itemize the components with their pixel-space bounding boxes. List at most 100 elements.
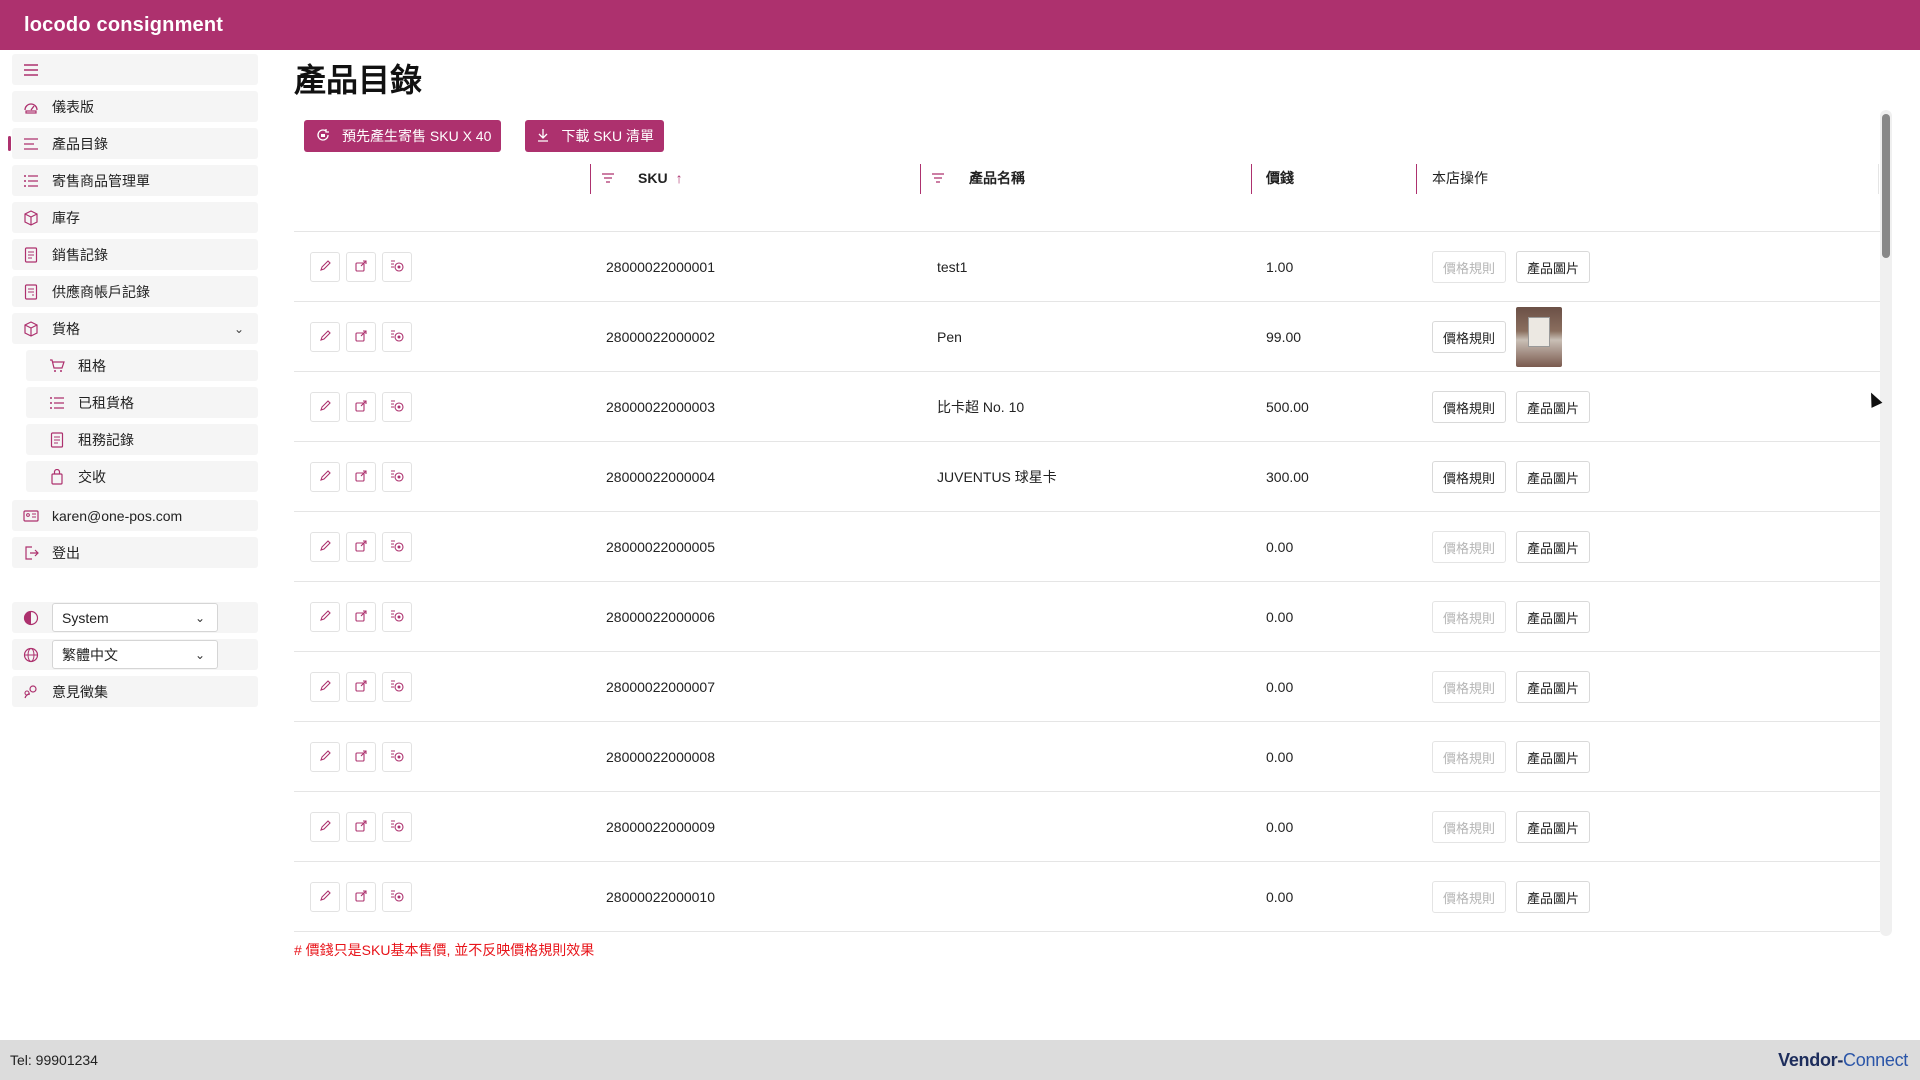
share-button[interactable] [346, 462, 376, 492]
sku-cell: 28000022000001 [606, 259, 716, 275]
product-image-button[interactable]: 產品圖片 [1516, 741, 1591, 773]
scrollbar-thumb[interactable] [1882, 114, 1890, 258]
price-rule-button[interactable]: 價格規則 [1432, 461, 1507, 493]
sidebar-item-supplier-accounts[interactable]: 供應商帳戶記錄 [12, 276, 258, 307]
column-header-price[interactable]: 價錢 [1266, 164, 1294, 192]
product-image-button[interactable]: 產品圖片 [1516, 671, 1591, 703]
product-image-button[interactable]: 產品圖片 [1516, 391, 1591, 423]
price-rule-button[interactable]: 價格規則 [1432, 321, 1507, 353]
edit-button[interactable] [310, 742, 340, 772]
product-image-button[interactable]: 產品圖片 [1516, 251, 1591, 283]
share-button[interactable] [346, 602, 376, 632]
sidebar-subitem-rental-records[interactable]: 租務記錄 [26, 424, 258, 455]
download-sku-button[interactable]: 下載 SKU 清單 [525, 120, 664, 152]
sidebar-item-logout[interactable]: 登出 [12, 537, 258, 568]
product-image-button[interactable]: 產品圖片 [1516, 811, 1591, 843]
table-body: 28000022000001 test1 1.00 價格規則 產品圖片 280000220… [294, 232, 1880, 932]
sku-cell: 28000022000004 [606, 469, 716, 485]
price-setting-button[interactable] [382, 532, 412, 562]
share-icon [354, 749, 368, 765]
edit-button[interactable] [310, 532, 340, 562]
share-button[interactable] [346, 672, 376, 702]
sidebar-item-label: 儀表版 [52, 98, 94, 115]
sidebar-item-product-catalog[interactable]: 產品目錄 [8, 128, 258, 159]
filter-icon[interactable] [932, 170, 944, 186]
edit-button[interactable] [310, 602, 340, 632]
column-header-sku[interactable]: SKU ↑ [638, 164, 683, 192]
share-button[interactable] [346, 812, 376, 842]
price-rule-label: 價格規則 [1443, 750, 1496, 766]
share-button[interactable] [346, 882, 376, 912]
share-button[interactable] [346, 532, 376, 562]
price-setting-button[interactable] [382, 252, 412, 282]
sidebar-item-account[interactable]: karen@one-pos.com [12, 500, 258, 531]
shop-actions-cell: 價格規則 產品圖片 [1432, 232, 1600, 302]
sidebar-subitem-rented-shelves[interactable]: 已租貨格 [26, 387, 258, 418]
price-rule-button[interactable]: 價格規則 [1432, 671, 1507, 703]
price-rule-label: 價格規則 [1443, 400, 1496, 416]
price-setting-button[interactable] [382, 812, 412, 842]
share-icon [354, 259, 368, 275]
pencil-icon [319, 329, 332, 345]
edit-button[interactable] [310, 812, 340, 842]
price-setting-button[interactable] [382, 672, 412, 702]
price-rule-label: 價格規則 [1443, 890, 1496, 906]
product-image-button[interactable]: 產品圖片 [1516, 531, 1591, 563]
globe-icon [22, 646, 40, 664]
sidebar-subitem-rent-shelf[interactable]: 租格 [26, 350, 258, 381]
price-setting-button[interactable] [382, 392, 412, 422]
edit-button[interactable] [310, 672, 340, 702]
edit-button[interactable] [310, 462, 340, 492]
edit-button[interactable] [310, 322, 340, 352]
shop-actions-cell: 價格規則 [1432, 302, 1563, 372]
filter-icon[interactable] [602, 170, 614, 186]
price-rule-button[interactable]: 價格規則 [1432, 601, 1507, 633]
share-button[interactable] [346, 252, 376, 282]
share-button[interactable] [346, 742, 376, 772]
row-actions [310, 372, 412, 442]
price-rule-button[interactable]: 價格規則 [1432, 531, 1507, 563]
pregenerate-sku-label: 預先產生寄售 SKU X 40 [342, 128, 492, 144]
sidebar-item-shelves[interactable]: 貨格 ⌄ [12, 313, 258, 344]
sidebar-item-inventory[interactable]: 庫存 [12, 202, 258, 233]
page-title: 產品目錄 [294, 62, 423, 98]
sidebar-item-label: 供應商帳戶記錄 [52, 283, 150, 300]
theme-select[interactable]: System ⌄ [52, 603, 218, 632]
sidebar-subitem-handover[interactable]: 交收 [26, 461, 258, 492]
product-thumbnail[interactable] [1516, 307, 1563, 367]
price-setting-button[interactable] [382, 882, 412, 912]
edit-button[interactable] [310, 882, 340, 912]
pregenerate-sku-button[interactable]: 預先產生寄售 SKU X 40 [304, 120, 502, 152]
column-header-name[interactable]: 產品名稱 [969, 164, 1025, 192]
price-cell: 0.00 [1266, 679, 1294, 695]
sidebar-item-label: 貨格 [52, 320, 80, 337]
menu-toggle-button[interactable] [12, 54, 258, 85]
price-rule-button[interactable]: 價格規則 [1432, 811, 1507, 843]
price-rule-button[interactable]: 價格規則 [1432, 251, 1507, 283]
sidebar-item-dashboard[interactable]: 儀表版 [12, 91, 258, 122]
product-image-button[interactable]: 產品圖片 [1516, 601, 1591, 633]
product-image-button[interactable]: 產品圖片 [1516, 881, 1591, 913]
sidebar-item-consignment-orders[interactable]: 寄售商品管理單 [12, 165, 258, 196]
shop-actions-cell: 價格規則 產品圖片 [1432, 792, 1600, 862]
sidebar-item-sales-records[interactable]: 銷售記錄 [12, 239, 258, 270]
price-rule-button[interactable]: 價格規則 [1432, 881, 1507, 913]
coin-list-icon [390, 889, 404, 905]
share-button[interactable] [346, 392, 376, 422]
product-image-button[interactable]: 產品圖片 [1516, 461, 1591, 493]
sidebar-item-feedback[interactable]: 意見徵集 [12, 676, 258, 707]
coin-list-icon [390, 819, 404, 835]
price-setting-button[interactable] [382, 462, 412, 492]
price-cell: 0.00 [1266, 749, 1294, 765]
price-rule-button[interactable]: 價格規則 [1432, 741, 1507, 773]
scrollbar[interactable] [1880, 110, 1892, 936]
edit-button[interactable] [310, 392, 340, 422]
language-select[interactable]: 繁體中文 ⌄ [52, 640, 218, 669]
share-button[interactable] [346, 322, 376, 352]
price-setting-button[interactable] [382, 322, 412, 352]
price-setting-button[interactable] [382, 742, 412, 772]
price-rule-button[interactable]: 價格規則 [1432, 391, 1507, 423]
edit-button[interactable] [310, 252, 340, 282]
account-email: karen@one-pos.com [52, 507, 183, 524]
price-setting-button[interactable] [382, 602, 412, 632]
